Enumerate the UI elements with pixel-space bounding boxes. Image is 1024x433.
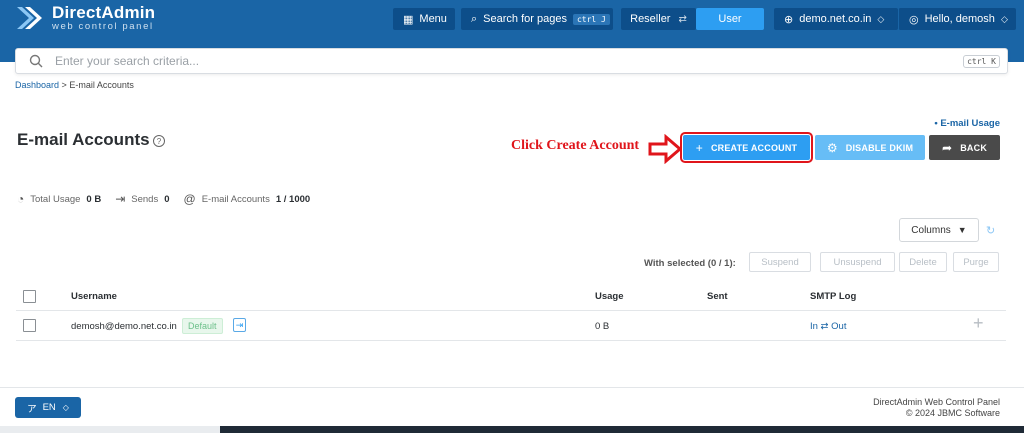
columns-dropdown[interactable]: Columns ▼	[899, 218, 979, 242]
reseller-level-button[interactable]: Reseller ⇄	[621, 8, 696, 30]
column-header-usage[interactable]: Usage	[595, 291, 624, 302]
domain-selector[interactable]: ⊕ demo.net.co.in ◇	[774, 8, 898, 30]
help-icon[interactable]: ?	[153, 135, 165, 147]
refresh-icon[interactable]: ↻	[986, 224, 995, 237]
footer-copyright: DirectAdmin Web Control Panel © 2024 JBM…	[873, 397, 1000, 419]
gear-icon: ⚙	[826, 140, 838, 155]
delete-button[interactable]: Delete	[899, 252, 947, 272]
domain-label: demo.net.co.in	[799, 13, 872, 25]
logo-title: DirectAdmin	[52, 3, 156, 22]
user-icon: ◎	[909, 13, 919, 26]
hello-label: Hello, demosh	[924, 13, 995, 25]
row-usage: 0 B	[595, 321, 610, 332]
row-username[interactable]: demosh@demo.net.co.in	[71, 321, 177, 332]
search-shortcut: ctrl J	[572, 13, 610, 25]
disable-dkim-label: DISABLE DKIM	[845, 142, 914, 153]
smtp-log-link[interactable]: In ⇄ Out	[810, 321, 846, 332]
swap-icon: ⇄	[678, 13, 687, 25]
select-all-checkbox[interactable]	[23, 290, 36, 303]
search-bar: ctrl K	[15, 48, 1008, 74]
expand-plus-icon[interactable]: +	[973, 313, 984, 334]
footer-line-2: © 2024 JBMC Software	[905, 408, 1000, 418]
disable-dkim-button[interactable]: ⚙ DISABLE DKIM	[815, 135, 925, 160]
default-badge: Default	[182, 318, 223, 334]
language-selector[interactable]: ア EN ◇	[15, 397, 81, 418]
back-label: BACK	[960, 142, 988, 153]
columns-label: Columns	[911, 224, 951, 236]
grid-icon: ▦	[403, 13, 414, 26]
taskbar-segment	[0, 426, 220, 433]
sends-label: Sends	[131, 193, 159, 205]
table-row-divider	[16, 340, 1006, 341]
footer-divider	[0, 387, 1024, 388]
search-input[interactable]	[55, 54, 964, 68]
row-checkbox[interactable]	[23, 319, 36, 332]
total-usage-value: 0 B	[86, 193, 102, 205]
breadcrumb: Dashboard > E-mail Accounts	[15, 80, 134, 90]
chevron-updown-icon: ◇	[877, 13, 885, 24]
search-pages-label: Search for pages	[483, 13, 567, 25]
table-header-divider	[16, 310, 1006, 311]
column-header-sent[interactable]: Sent	[707, 291, 728, 302]
search-pages-button[interactable]: ⌕ Search for pages ctrl J	[461, 8, 613, 30]
breadcrumb-current: E-mail Accounts	[69, 80, 134, 90]
breadcrumb-separator: >	[61, 80, 67, 90]
send-icon: ⇥	[115, 192, 126, 206]
create-account-label: CREATE ACCOUNT	[710, 142, 798, 153]
translate-icon: ア	[27, 403, 37, 415]
column-header-smtp-log[interactable]: SMTP Log	[810, 291, 856, 302]
at-icon: @	[183, 192, 196, 206]
logo[interactable]: DirectAdmin web control panel	[14, 3, 155, 33]
search-shortcut-badge: ctrl K	[963, 54, 1000, 68]
page-title: E-mail Accounts	[17, 130, 150, 149]
search-icon: ⌕	[471, 12, 478, 25]
user-label: User	[718, 13, 742, 25]
purge-button[interactable]: Purge	[953, 252, 999, 272]
arrow-back-icon: ➦	[941, 140, 953, 155]
accounts-label: E-mail Accounts	[201, 193, 270, 205]
footer-line-1: DirectAdmin Web Control Panel	[873, 397, 1000, 407]
menu-button[interactable]: ▦ Menu	[393, 8, 455, 30]
login-icon[interactable]: ⇥	[233, 318, 246, 332]
os-taskbar	[0, 426, 1024, 433]
back-button[interactable]: ➦ BACK	[929, 135, 1000, 160]
user-menu[interactable]: ◎ Hello, demosh ◇	[898, 8, 1016, 30]
unsuspend-button[interactable]: Unsuspend	[820, 252, 895, 272]
chevron-updown-icon: ◇	[1000, 13, 1008, 24]
chevron-updown-icon: ◇	[62, 403, 69, 412]
caret-down-icon: ▼	[957, 225, 967, 235]
user-level-button[interactable]: User	[696, 8, 764, 30]
create-account-button[interactable]: + CREATE ACCOUNT	[680, 132, 813, 163]
email-usage-link[interactable]: • E-mail Usage	[934, 118, 1000, 129]
total-usage-label: Total Usage	[30, 193, 81, 205]
suspend-button[interactable]: Suspend	[749, 252, 811, 272]
directadmin-logo-icon	[17, 7, 42, 29]
plus-icon: +	[695, 140, 703, 155]
breadcrumb-dashboard-link[interactable]: Dashboard	[15, 80, 59, 90]
menu-label: Menu	[419, 13, 447, 25]
pie-chart-icon: ◔	[17, 192, 25, 206]
search-icon	[29, 54, 43, 68]
annotation-text: Click Create Account	[511, 138, 640, 153]
with-selected-label: With selected (0 / 1):	[644, 258, 736, 269]
reseller-label: Reseller	[630, 13, 671, 25]
arrow-right-icon	[648, 134, 682, 164]
usage-stats: ◔ Total Usage 0 B ⇥ Sends 0 @ E-mail Acc…	[17, 192, 324, 206]
column-header-username[interactable]: Username	[71, 291, 117, 302]
logo-subtitle: web control panel	[52, 21, 154, 32]
accounts-value: 1 / 1000	[275, 193, 311, 205]
globe-icon: ⊕	[784, 13, 794, 26]
language-label: EN	[42, 402, 56, 413]
sends-value: 0	[164, 193, 170, 205]
